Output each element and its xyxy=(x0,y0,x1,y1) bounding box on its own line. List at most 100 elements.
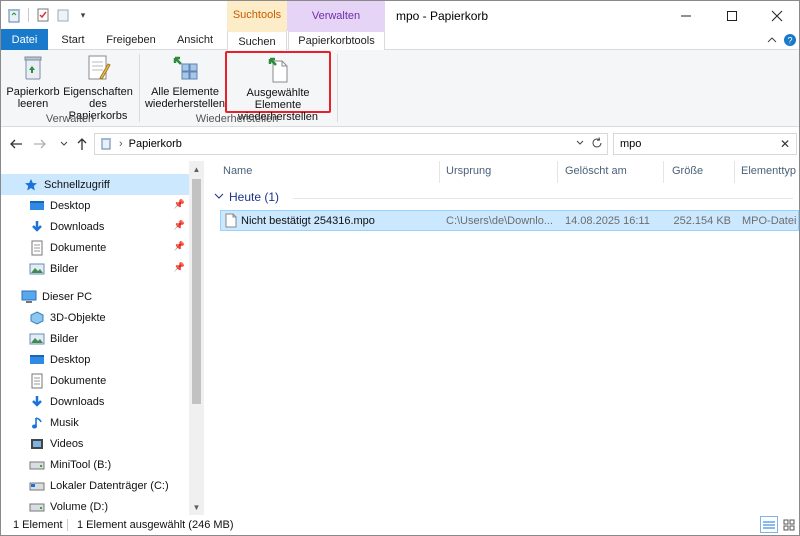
column-divider[interactable] xyxy=(734,161,735,183)
column-header-ursprung[interactable]: Ursprung xyxy=(446,165,491,177)
empty-recycle-bin-button[interactable]: Papierkorb leeren xyxy=(5,52,61,110)
column-header-name[interactable]: Name xyxy=(223,165,252,177)
explorer-window: ▾ Suchtools Verwalten mpo - Papierkorb D… xyxy=(0,0,800,536)
pin-icon[interactable]: 📌 xyxy=(174,241,185,252)
nav-item-dokumente[interactable]: Dokumente 📌 xyxy=(1,237,189,258)
group-label: Heute (1) xyxy=(229,190,280,204)
restore-selected-button[interactable]: Ausgewählte Elemente wiederherstellen xyxy=(225,51,331,123)
drive-icon xyxy=(29,499,45,515)
forward-button[interactable] xyxy=(31,134,49,154)
nav-item-label: Dieser PC xyxy=(42,290,93,303)
collapse-ribbon-icon[interactable] xyxy=(763,31,781,49)
documents-icon xyxy=(29,373,45,389)
back-button[interactable] xyxy=(7,134,25,154)
properties-icon[interactable] xyxy=(34,6,52,24)
music-icon xyxy=(29,415,45,431)
restore-all-button[interactable]: Alle Elemente wiederherstellen xyxy=(143,52,227,110)
address-bar[interactable]: › Papierkorb xyxy=(94,133,608,155)
tab-freigeben[interactable]: Freigeben xyxy=(98,29,164,50)
pin-icon[interactable]: 📌 xyxy=(174,199,185,210)
column-header-elementtyp[interactable]: Elementtyp xyxy=(741,165,796,177)
nav-scrollbar[interactable]: ▲ ▼ xyxy=(189,161,204,515)
tab-start[interactable]: Start xyxy=(50,29,96,50)
ribbon-button-label: Eigenschaften xyxy=(63,86,133,98)
recent-locations-button[interactable] xyxy=(55,134,73,154)
status-count: 1 Element xyxy=(13,519,63,531)
customize-toolbar-icon[interactable]: ▾ xyxy=(74,6,92,24)
videos-icon xyxy=(29,436,45,452)
nav-item-downloads-pc[interactable]: Downloads xyxy=(1,391,189,412)
nav-item-label: Bilder xyxy=(50,332,79,345)
recycle-bin-icon[interactable] xyxy=(5,6,23,24)
recycle-bin-properties-button[interactable]: Eigenschaften des Papierkorbs xyxy=(59,52,137,122)
column-divider[interactable] xyxy=(663,161,664,183)
nav-item-downloads[interactable]: Downloads 📌 xyxy=(1,216,189,237)
minimize-button[interactable] xyxy=(663,1,709,31)
nav-item-dokumente-pc[interactable]: Dokumente xyxy=(1,370,189,391)
close-button[interactable] xyxy=(754,1,800,31)
column-header-geloescht[interactable]: Gelöscht am xyxy=(565,165,627,177)
ribbon-button-label: Alle Elemente xyxy=(151,86,219,98)
column-divider[interactable] xyxy=(439,161,440,183)
restore-all-icon xyxy=(169,52,201,84)
toolbar-divider xyxy=(28,8,29,22)
nav-item-musik[interactable]: Musik xyxy=(1,412,189,433)
table-row[interactable]: Nicht bestätigt 254316.mpo C:\Users\de\D… xyxy=(220,210,799,231)
tab-ansicht[interactable]: Ansicht xyxy=(166,29,224,50)
nav-item-dieser-pc[interactable]: Dieser PC xyxy=(1,286,189,307)
scroll-up-icon[interactable]: ▲ xyxy=(189,161,204,177)
column-header-groesse[interactable]: Größe xyxy=(672,165,703,177)
scroll-down-icon[interactable]: ▼ xyxy=(189,499,204,515)
restore-selected-icon xyxy=(262,53,294,85)
details-view-icon[interactable] xyxy=(760,516,778,533)
nav-item-label: Videos xyxy=(50,437,84,450)
nav-item-lokaler-datentraeger-c[interactable]: Lokaler Datenträger (C:) xyxy=(1,475,189,496)
status-bar: 1 Element 1 Element ausgewählt (246 MB) xyxy=(1,515,799,535)
address-dropdown-icon[interactable] xyxy=(575,138,585,151)
scroll-thumb[interactable] xyxy=(192,179,201,404)
status-selection: 1 Element ausgewählt (246 MB) xyxy=(77,519,234,531)
status-divider xyxy=(67,519,68,531)
breadcrumb[interactable]: Papierkorb xyxy=(129,138,182,150)
tab-papierkorbtools[interactable]: Papierkorbtools xyxy=(288,29,385,51)
maximize-button[interactable] xyxy=(709,1,755,31)
address-row: › Papierkorb mpo ✕ xyxy=(1,130,799,158)
pin-icon[interactable]: 📌 xyxy=(174,220,185,231)
tab-datei[interactable]: Datei xyxy=(1,29,48,50)
group-divider xyxy=(139,54,140,122)
file-origin: C:\Users\de\Downlo... xyxy=(446,215,553,227)
3d-objects-icon xyxy=(29,310,45,326)
computer-icon xyxy=(21,289,37,305)
nav-item-videos[interactable]: Videos xyxy=(1,433,189,454)
nav-item-volume-d[interactable]: Volume (D:) xyxy=(1,496,189,515)
nav-item-schnellzugriff[interactable]: Schnellzugriff xyxy=(1,174,189,195)
nav-item-label: Downloads xyxy=(50,220,105,233)
tab-suchen[interactable]: Suchen xyxy=(227,29,287,51)
ribbon: Papierkorb leeren Eigenschaften des Papi… xyxy=(1,50,799,127)
help-icon[interactable]: ? xyxy=(781,31,799,49)
nav-item-bilder[interactable]: Bilder 📌 xyxy=(1,258,189,279)
drive-icon xyxy=(29,457,45,473)
nav-item-label: Bilder xyxy=(50,262,79,275)
up-button[interactable] xyxy=(73,134,91,154)
nav-item-desktop[interactable]: Desktop 📌 xyxy=(1,195,189,216)
nav-item-label: Lokaler Datenträger (C:) xyxy=(50,479,169,492)
nav-item-minitool-b[interactable]: MiniTool (B:) xyxy=(1,454,189,475)
nav-item-3d-objekte[interactable]: 3D-Objekte xyxy=(1,307,189,328)
desktop-icon xyxy=(29,198,45,214)
downloads-icon xyxy=(29,219,45,235)
column-divider[interactable] xyxy=(557,161,558,183)
nav-item-label: 3D-Objekte xyxy=(50,311,106,324)
nav-item-bilder-pc[interactable]: Bilder xyxy=(1,328,189,349)
large-icons-view-icon[interactable] xyxy=(780,516,798,533)
clear-search-icon[interactable]: ✕ xyxy=(780,137,790,151)
quick-access-toolbar: ▾ xyxy=(5,5,92,25)
search-input[interactable]: mpo ✕ xyxy=(613,133,797,155)
refresh-icon[interactable] xyxy=(591,137,603,152)
nav-item-desktop-pc[interactable]: Desktop xyxy=(1,349,189,370)
group-header[interactable]: Heute (1) xyxy=(214,190,279,204)
svg-text:?: ? xyxy=(787,36,792,46)
new-folder-icon[interactable] xyxy=(54,6,72,24)
title-bar: ▾ Suchtools Verwalten mpo - Papierkorb xyxy=(1,1,799,31)
pin-icon[interactable]: 📌 xyxy=(174,262,185,273)
